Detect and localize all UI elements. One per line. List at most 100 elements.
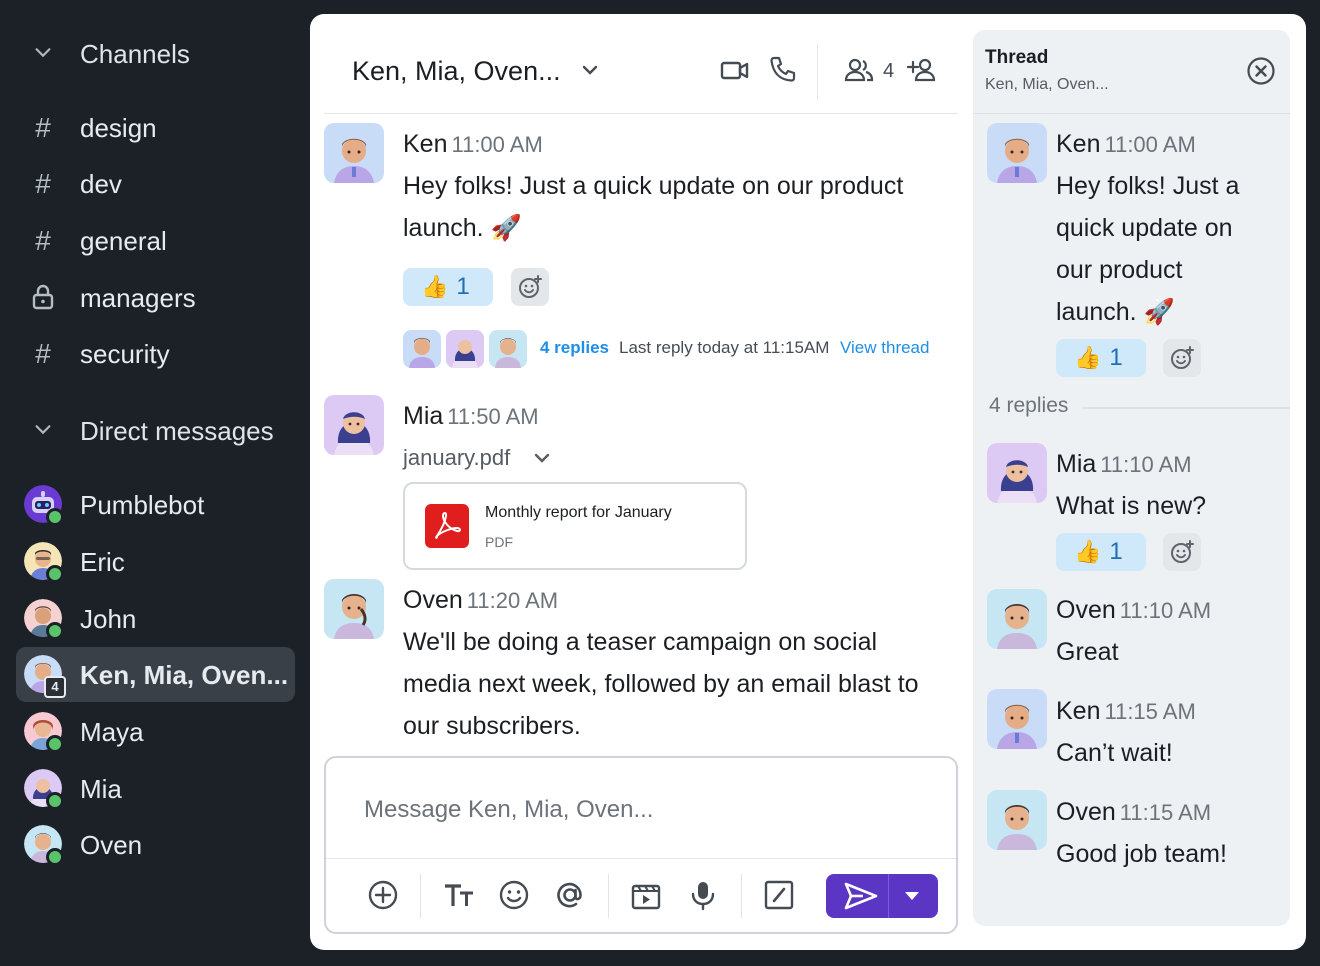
message-line: We'll be doing a teaser campaign on soci… xyxy=(403,628,878,656)
message-author[interactable]: Oven 11:15 AM xyxy=(1056,798,1211,827)
view-thread-link[interactable]: View thread xyxy=(840,338,929,358)
avatar xyxy=(489,330,527,368)
toolbar-divider xyxy=(420,874,421,918)
author-name: Mia xyxy=(1056,450,1097,478)
sidebar-item-group-dm[interactable]: 4 Ken, Mia, Oven... xyxy=(16,647,295,702)
composer-divider xyxy=(326,858,956,859)
lock-icon xyxy=(30,284,56,312)
author-name: Ken xyxy=(1056,130,1101,158)
message-text: Can’t wait! xyxy=(1056,739,1173,767)
message-author[interactable]: Ken 11:15 AM xyxy=(1056,697,1196,726)
pdf-file-icon xyxy=(425,504,469,548)
file-title: Monthly report for January xyxy=(485,504,672,521)
message-author[interactable]: Mia 11:10 AM xyxy=(1056,450,1192,479)
author-name: Ken xyxy=(1056,697,1101,725)
thread-title: Thread xyxy=(985,47,1049,68)
message-author[interactable]: Ken 11:00 AM xyxy=(1056,130,1196,159)
mention-icon[interactable] xyxy=(553,878,587,912)
sidebar-item-john[interactable]: John xyxy=(16,591,295,646)
thread-panel: Thread Ken, Mia, Oven... Ken 11:00 AM Hey… xyxy=(973,30,1290,926)
microphone-icon[interactable] xyxy=(686,878,720,912)
dm-label: Maya xyxy=(80,717,144,747)
message-text: Hey folks! Just a quick update on our pr… xyxy=(1056,165,1286,333)
avatar[interactable] xyxy=(987,123,1047,183)
dm-label: Pumblebot xyxy=(80,490,205,520)
chevron-down-icon xyxy=(32,418,54,440)
sidebar-item-design[interactable]: # design xyxy=(0,107,300,151)
chevron-down-icon[interactable] xyxy=(530,446,554,470)
caret-down-icon[interactable] xyxy=(900,888,924,904)
sidebar-item-managers[interactable]: managers xyxy=(0,277,300,321)
message-text: What is new? xyxy=(1056,492,1207,520)
chevron-down-icon[interactable] xyxy=(578,58,602,82)
message-author[interactable]: Oven 11:10 AM xyxy=(1056,596,1211,625)
add-attachment-icon[interactable] xyxy=(366,878,400,912)
sidebar-item-security[interactable]: # security xyxy=(0,333,300,377)
message-line: our product xyxy=(1056,256,1183,284)
add-member-icon[interactable] xyxy=(906,54,938,86)
thumbs-up-icon: 👍 xyxy=(421,274,449,299)
message-input[interactable]: Message Ken, Mia, Oven... xyxy=(364,796,653,824)
online-status-icon xyxy=(46,792,64,810)
dm-label: Mia xyxy=(80,774,122,804)
last-reply-info: Last reply today at 11:15AM xyxy=(619,338,830,357)
author-name: Ken xyxy=(403,130,448,158)
avatar[interactable] xyxy=(987,790,1047,850)
message-author[interactable]: Oven 11:20 AM xyxy=(403,586,558,615)
member-count[interactable]: 4 xyxy=(883,60,894,83)
add-reaction-button[interactable] xyxy=(511,268,549,306)
sidebar-item-maya[interactable]: Maya xyxy=(16,704,295,759)
add-reaction-button[interactable] xyxy=(1163,533,1201,571)
dm-section-toggle[interactable]: Direct messages xyxy=(0,410,300,450)
chat-header: Ken, Mia, Oven... 4 xyxy=(324,14,958,114)
online-status-icon xyxy=(46,622,64,640)
conversation-title[interactable]: Ken, Mia, Oven... xyxy=(352,56,561,87)
sidebar-item-dev[interactable]: # dev xyxy=(0,163,300,207)
avatar xyxy=(446,330,484,368)
reply-divider xyxy=(1083,407,1290,409)
emoji-icon[interactable] xyxy=(497,878,531,912)
send-divider xyxy=(888,874,889,918)
reaction-chip[interactable]: 👍 1 xyxy=(1056,533,1146,571)
members-icon[interactable] xyxy=(843,54,875,86)
thread-subtitle: Ken, Mia, Oven... xyxy=(985,76,1109,93)
message-line: launch. 🚀 xyxy=(403,214,522,242)
close-icon[interactable] xyxy=(1245,55,1277,87)
message-author[interactable]: Ken 11:00 AM xyxy=(403,130,543,159)
avatar[interactable] xyxy=(987,443,1047,503)
sidebar-item-eric[interactable]: Eric xyxy=(16,534,295,589)
sidebar-item-pumblebot[interactable]: Pumblebot xyxy=(16,477,295,532)
video-clip-icon[interactable] xyxy=(629,878,663,912)
message-author[interactable]: Mia 11:50 AM xyxy=(403,402,539,431)
add-emoji-icon xyxy=(1171,346,1194,369)
message-time: 11:00 AM xyxy=(451,132,543,157)
reaction-count: 1 xyxy=(456,273,470,300)
avatar[interactable] xyxy=(324,395,384,455)
channel-label: design xyxy=(80,113,157,143)
sidebar-item-mia[interactable]: Mia xyxy=(16,761,295,816)
channel-label: managers xyxy=(80,283,196,313)
hash-icon: # xyxy=(35,168,51,199)
message-line: media next week, followed by an email bl… xyxy=(403,670,919,698)
avatar[interactable] xyxy=(987,589,1047,649)
channel-label: dev xyxy=(80,169,122,199)
message-line: Hey folks! Just a xyxy=(1056,172,1240,200)
sidebar-item-oven[interactable]: Oven xyxy=(16,817,295,872)
file-attachment-card[interactable]: Monthly report for January PDF xyxy=(403,482,747,570)
message-composer: Message Ken, Mia, Oven... xyxy=(324,756,958,934)
reaction-chip[interactable]: 👍 1 xyxy=(1056,339,1146,377)
video-call-icon[interactable] xyxy=(719,54,751,86)
add-reaction-button[interactable] xyxy=(1163,339,1201,377)
send-button[interactable] xyxy=(826,874,938,918)
channels-section-toggle[interactable]: Channels xyxy=(0,33,260,73)
avatar[interactable] xyxy=(324,123,384,183)
reaction-chip[interactable]: 👍 1 xyxy=(403,268,493,306)
sidebar-item-general[interactable]: # general xyxy=(0,220,300,264)
avatar[interactable] xyxy=(987,689,1047,749)
replies-link[interactable]: 4 replies xyxy=(540,338,609,358)
avatar[interactable] xyxy=(324,579,384,639)
slash-command-icon[interactable] xyxy=(762,878,796,912)
hash-icon: # xyxy=(35,225,51,256)
phone-call-icon[interactable] xyxy=(767,54,799,86)
text-format-icon[interactable] xyxy=(442,878,476,912)
